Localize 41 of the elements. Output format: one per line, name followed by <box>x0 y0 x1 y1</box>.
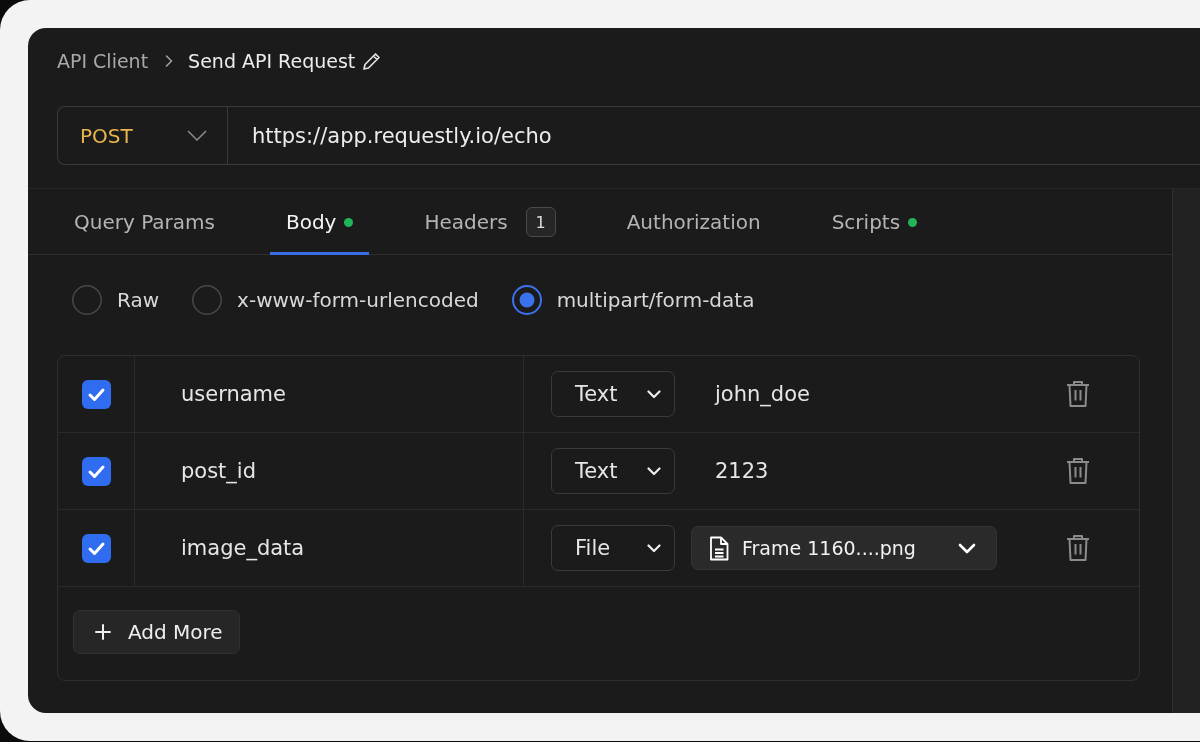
radio-option[interactable]: multipart/form-data <box>511 285 755 315</box>
radio-option[interactable]: x-www-form-urlencoded <box>192 285 479 315</box>
chevron-down-icon <box>647 543 661 553</box>
attachment-dropdown[interactable]: Frame 1160....png <box>691 526 997 570</box>
tab[interactable]: Scripts <box>815 189 934 255</box>
checkbox[interactable] <box>81 533 111 563</box>
type-select[interactable]: Text <box>551 371 675 417</box>
checkbox[interactable] <box>81 456 111 486</box>
add-more-button[interactable]: Add More <box>73 610 240 654</box>
checkbox[interactable] <box>81 379 111 409</box>
trash-icon[interactable] <box>1066 457 1090 485</box>
radio-icon[interactable] <box>192 285 223 315</box>
value-field[interactable]: john_doe <box>691 371 1046 417</box>
plus-icon <box>95 624 111 640</box>
type-select[interactable]: File <box>551 525 675 571</box>
breadcrumb-link[interactable]: API Client <box>57 50 149 72</box>
chevron-down-icon <box>647 389 661 399</box>
key-field[interactable]: image_data <box>135 510 523 586</box>
tab[interactable]: Body <box>269 189 370 255</box>
method-select[interactable]: POST <box>58 107 228 164</box>
tab[interactable]: Authorization <box>610 189 777 255</box>
document-icon <box>709 535 729 561</box>
pencil-icon[interactable] <box>362 51 383 71</box>
radio-option[interactable]: Raw <box>72 285 160 315</box>
radio-icon[interactable] <box>511 285 542 315</box>
chevron-down-icon <box>958 542 976 554</box>
tab[interactable]: Query Params <box>58 189 231 255</box>
url-field[interactable]: https://app.requestly.io/echo <box>228 107 1200 164</box>
tab[interactable]: Headers 1 <box>408 189 572 255</box>
request-title: Send API Request <box>188 50 356 72</box>
chevron-right-icon <box>165 55 174 67</box>
key-field[interactable]: username <box>135 356 523 432</box>
chevron-down-icon <box>647 466 661 476</box>
type-select[interactable]: Text <box>551 448 675 494</box>
chevron-down-icon <box>187 130 207 141</box>
trash-icon[interactable] <box>1066 380 1090 408</box>
key-field[interactable]: post_id <box>135 433 523 509</box>
count-badge: 1 <box>525 207 556 237</box>
radio-icon[interactable] <box>72 285 102 315</box>
trash-icon[interactable] <box>1066 534 1090 562</box>
value-field[interactable]: 2123 <box>691 448 1046 494</box>
